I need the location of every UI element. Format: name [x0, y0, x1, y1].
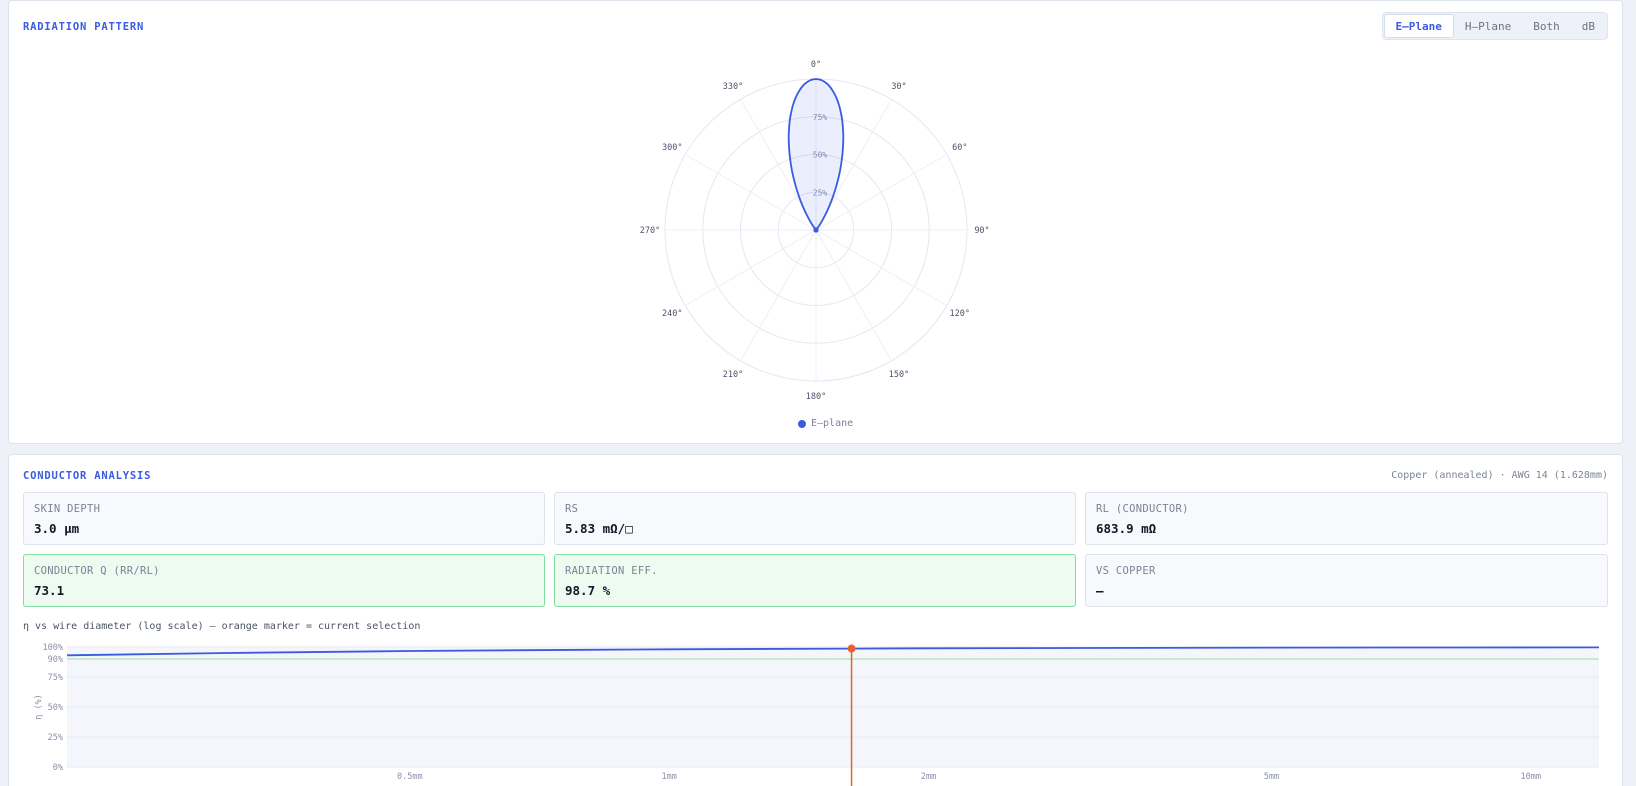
angle-tick-label: 240°	[662, 309, 682, 319]
metric-conductor-q: CONDUCTOR Q (RR/RL) 73.1	[23, 554, 545, 607]
metric-rs: RS 5.83 mΩ/□	[554, 492, 1076, 545]
angle-tick-label: 30°	[891, 82, 906, 92]
polar-spoke	[815, 229, 892, 362]
metric-value: 73.1	[34, 583, 65, 598]
y-tick-label: 0%	[53, 763, 63, 773]
conductor-analysis-panel: CONDUCTOR ANALYSIS Copper (annealed) · A…	[8, 454, 1623, 786]
metric-label: VS COPPER	[1096, 565, 1156, 577]
metric-label: RADIATION EFF.	[565, 565, 658, 577]
metric-value: 98.7 %	[565, 583, 611, 598]
metric-value: 683.9 mΩ	[1096, 521, 1157, 536]
metric-value: 5.83 mΩ/□	[565, 521, 633, 536]
metric-label: CONDUCTOR Q (RR/RL)	[34, 565, 160, 577]
x-tick-label: 10mm	[1521, 772, 1541, 782]
metric-skin-depth: SKIN DEPTH 3.0 µm	[23, 492, 545, 545]
polar-origin-point	[813, 227, 819, 233]
x-tick-label: 5mm	[1264, 772, 1279, 782]
efficiency-chart-caption: η vs wire diameter (log scale) — orange …	[23, 621, 421, 632]
y-tick-label: 25%	[48, 733, 63, 743]
current-selection-marker	[847, 644, 856, 653]
angle-tick-label: 300°	[662, 143, 682, 153]
y-tick-label: 50%	[48, 703, 63, 713]
metric-value: 3.0 µm	[34, 521, 80, 536]
y-tick-label: 100%	[43, 643, 63, 653]
y-tick-label: 75%	[48, 673, 63, 683]
metric-radiation-eff: RADIATION EFF. 98.7 %	[554, 554, 1076, 607]
efficiency-chart: 0% 25% 50% 75% 90% 100% 0.5mm 1mm 2mm 5mm 10mm η (%…	[34, 643, 1600, 786]
y-axis-label: η (%)	[34, 694, 44, 720]
material-info: Copper (annealed) · AWG 14 (1.628mm)	[1391, 470, 1608, 481]
legend-dot-icon	[798, 419, 806, 428]
polar-spoke	[815, 229, 948, 306]
metric-grid: SKIN DEPTH 3.0 µm RS 5.83 mΩ/□ RL (CONDU…	[23, 492, 1608, 607]
angle-tick-label: 60°	[952, 143, 967, 153]
y-tick-label: 90%	[48, 655, 63, 665]
x-tick-label: 1mm	[662, 772, 677, 782]
angle-tick-label: 270°	[640, 226, 660, 236]
radiation-pattern-panel: RADIATION PATTERN E–Plane H–Plane Both d…	[8, 0, 1623, 444]
polar-plot: 0° 30° 60° 90° 120° 150° 180° 210° 240° 270° 300° 3…	[640, 60, 990, 402]
conductor-analysis-title: CONDUCTOR ANALYSIS	[23, 470, 152, 482]
metric-value: —	[1096, 583, 1104, 598]
angle-tick-label: 330°	[723, 82, 743, 92]
x-tick-label: 2mm	[921, 772, 936, 782]
angle-tick-label: 120°	[950, 309, 970, 319]
metric-label: RL (CONDUCTOR)	[1096, 503, 1189, 515]
legend-label: E–plane	[811, 418, 854, 429]
metric-rl: RL (CONDUCTOR) 683.9 mΩ	[1085, 492, 1608, 545]
angle-tick-label: 210°	[723, 370, 743, 380]
metric-label: RS	[565, 503, 579, 515]
polar-legend: E–plane	[798, 418, 853, 429]
angle-tick-label: 180°	[806, 392, 826, 402]
e-plane-lobe	[787, 78, 845, 231]
polar-spoke	[684, 229, 817, 306]
metric-label: SKIN DEPTH	[34, 503, 101, 515]
x-tick-label: 0.5mm	[397, 772, 423, 782]
polar-spoke	[740, 229, 817, 362]
metric-vs-copper: VS COPPER —	[1085, 554, 1608, 607]
angle-tick-label: 150°	[889, 370, 909, 380]
angle-tick-label: 90°	[974, 226, 989, 236]
angle-tick-label: 0°	[811, 60, 821, 70]
